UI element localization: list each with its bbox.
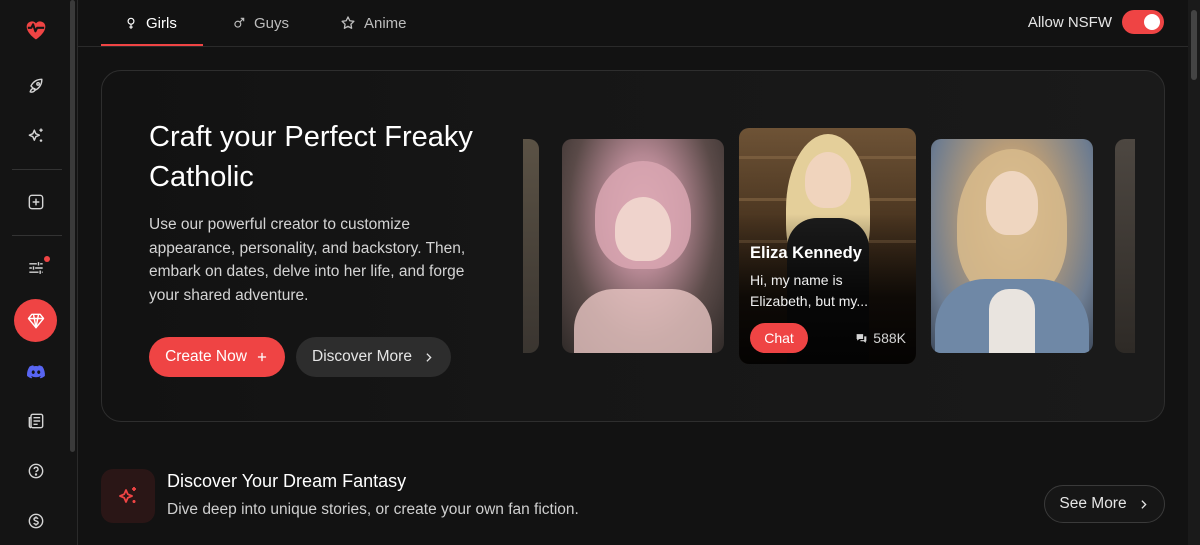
chat-count-value: 588K	[873, 330, 906, 346]
plus-square-icon[interactable]	[18, 184, 54, 220]
tab-label: Anime	[364, 14, 407, 32]
create-now-label: Create Now	[165, 348, 247, 365]
app-root: Girls Guys Anime Allow NSFW Craft your P…	[0, 0, 1200, 545]
character-name: Eliza Kennedy	[750, 244, 862, 262]
heart-pulse-icon[interactable]	[18, 11, 54, 47]
diamond-icon	[26, 311, 46, 331]
section-subtitle: Dive deep into unique stories, or create…	[167, 501, 579, 518]
sidebar	[0, 0, 78, 545]
character-card-peek-left[interactable]	[523, 139, 539, 353]
character-face	[615, 197, 671, 261]
character-face	[986, 171, 1038, 235]
featured-character-card[interactable]: Eliza Kennedy Hi, my name is Elizabeth, …	[739, 128, 916, 364]
discord-icon[interactable]	[18, 354, 54, 390]
tab-label: Guys	[254, 14, 290, 32]
chat-bubbles-icon	[855, 332, 868, 345]
nsfw-label: Allow NSFW	[1027, 13, 1112, 31]
create-now-button[interactable]: Create Now	[149, 337, 285, 377]
see-more-button[interactable]: See More	[1044, 485, 1165, 523]
sidebar-scrollbar[interactable]	[70, 0, 75, 452]
character-card-peek-right[interactable]	[1115, 139, 1135, 353]
see-more-label: See More	[1059, 495, 1127, 512]
discover-more-label: Discover More	[312, 348, 412, 365]
rocket-icon[interactable]	[18, 68, 54, 104]
nsfw-control: Allow NSFW	[1028, 10, 1164, 34]
male-icon	[232, 16, 246, 30]
page-scrollbar-thumb[interactable]	[1191, 10, 1197, 80]
character-card[interactable]	[931, 139, 1093, 353]
hero-banner: Craft your Perfect Freaky Catholic Use o…	[101, 70, 1165, 422]
tab-guys[interactable]: Guys	[232, 0, 289, 46]
sparkles-icon[interactable]	[18, 118, 54, 154]
character-face	[804, 152, 851, 208]
plus-icon	[255, 350, 269, 364]
star-icon	[340, 15, 356, 31]
hero-title: Craft your Perfect Freaky Catholic	[149, 121, 473, 193]
dollar-icon[interactable]	[18, 503, 54, 539]
news-icon[interactable]	[18, 403, 54, 439]
chevron-right-icon	[1137, 498, 1150, 511]
character-shoulders	[574, 289, 712, 353]
section-title: Discover Your Dream Fantasy	[167, 471, 407, 491]
tab-label: Girls	[146, 14, 177, 32]
sliders-icon[interactable]	[18, 250, 54, 286]
character-shirt	[989, 289, 1035, 353]
page-scrollbar[interactable]	[1188, 0, 1200, 545]
chevron-right-icon	[422, 351, 435, 364]
sidebar-divider	[12, 169, 62, 170]
chat-count: 588K	[855, 330, 906, 346]
character-card[interactable]	[562, 139, 724, 353]
nsfw-toggle[interactable]	[1122, 10, 1164, 34]
help-icon[interactable]	[18, 453, 54, 489]
sidebar-divider	[12, 235, 62, 236]
sparkles-icon	[116, 484, 140, 508]
section-icon-box	[101, 469, 155, 523]
female-icon	[124, 16, 138, 30]
category-tabbar: Girls Guys Anime Allow NSFW	[78, 0, 1188, 47]
hero-description: Use our powerful creator to customize ap…	[149, 216, 466, 304]
chat-button[interactable]: Chat	[750, 323, 808, 353]
premium-button[interactable]	[14, 299, 57, 342]
notification-dot	[44, 256, 50, 262]
active-tab-indicator	[101, 44, 203, 46]
character-bio: Hi, my name is Elizabeth, but my...	[750, 272, 869, 309]
tab-anime[interactable]: Anime	[340, 0, 407, 46]
tab-girls[interactable]: Girls	[124, 0, 177, 46]
discover-more-button[interactable]: Discover More	[296, 337, 451, 377]
